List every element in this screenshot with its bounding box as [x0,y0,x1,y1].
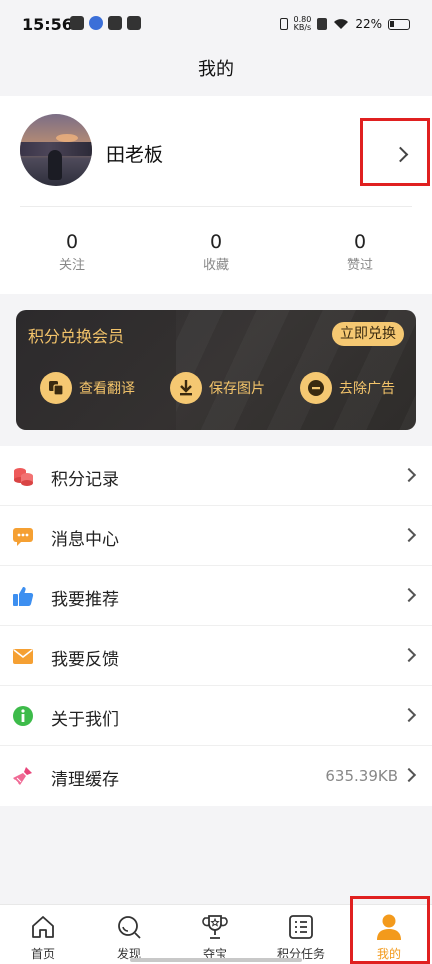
feedback-mail-icon [12,645,34,667]
app-notification-icon [70,16,84,30]
username[interactable]: 田老板 [106,140,163,167]
remove-ads-icon [300,372,332,404]
chevron-right-icon [401,647,417,663]
chevron-right-icon [401,767,417,783]
menu-item-recommend[interactable]: 我要推荐 [0,566,432,626]
chevron-right-icon [401,707,417,723]
vip-feature-label: 保存图片 [209,381,265,397]
avatar[interactable] [20,114,92,186]
vip-feature-remove-ads[interactable]: 去除广告 [300,372,395,404]
tab-points-tasks[interactable]: 积分任务 [258,905,344,964]
vibrate-icon [279,18,288,30]
vip-feature-label: 去除广告 [339,381,395,397]
avatar-sunset [56,134,78,142]
tiktok-notification-icon [108,16,122,30]
menu-item-points-record[interactable]: 积分记录 [0,446,432,506]
chevron-right-icon [392,146,409,163]
search-icon [115,913,143,941]
vip-title: 积分兑换会员 [28,327,125,346]
status-time: 15:56 [22,15,73,34]
vip-feature-label: 查看翻译 [79,381,135,397]
translate-icon [40,372,72,404]
tab-mine-highlight [350,896,430,964]
network-speed-unit: KB/s [293,23,312,32]
app-notification-icon [127,16,141,30]
notification-icons [70,16,141,30]
broom-icon [12,765,34,787]
stat-count: 0 [353,231,367,253]
battery-icon [388,18,410,30]
home-icon [29,913,57,941]
menu-item-label: 关于我们 [51,710,119,730]
status-right: 0.80 KB/s 22% [279,16,410,32]
redeem-now-button[interactable]: 立即兑换 [332,322,404,346]
chevron-right-icon [401,527,417,543]
profile-detail-button[interactable] [360,118,430,186]
app-notification-icon [89,16,103,30]
stat-following[interactable]: 0 关注 [22,232,122,273]
vip-exchange-card: 积分兑换会员 立即兑换 查看翻译 保存图片 去除广告 [16,310,416,430]
network-speed: 0.80 KB/s [294,16,312,32]
battery-percent: 22% [355,17,382,31]
vip-feature-save-image[interactable]: 保存图片 [170,372,265,404]
menu-item-label: 清理缓存 [51,770,119,790]
download-icon [170,372,202,404]
cache-size: 635.39KB [325,767,398,785]
menu-item-label: 我要反馈 [51,650,119,670]
menu-item-message-center[interactable]: 消息中心 [0,506,432,566]
wifi-icon [334,19,349,29]
stat-label: 收藏 [202,258,229,273]
stat-liked[interactable]: 0 赞过 [310,232,410,273]
tab-treasure[interactable]: 夺宝 [172,905,258,964]
tab-label: 首页 [30,947,55,961]
stat-label: 关注 [58,258,85,273]
menu-item-label: 积分记录 [51,470,119,490]
menu-item-clear-cache[interactable]: 清理缓存 635.39KB [0,746,432,806]
status-bar: 15:56 0.80 KB/s 22% [0,0,432,52]
no-sim-icon [317,18,328,30]
settings-menu: 积分记录 消息中心 我要推荐 我要反馈 关于我们 清理缓存 635.39KB [0,446,432,806]
chevron-right-icon [401,587,417,603]
menu-item-label: 我要推荐 [51,590,119,610]
menu-item-label: 消息中心 [51,530,119,550]
avatar-person [48,150,62,180]
info-icon [12,705,34,727]
page-title: 我的 [198,59,234,80]
tab-home[interactable]: 首页 [0,905,86,964]
profile-card: 田老板 0 关注 0 收藏 0 赞过 [0,96,432,294]
stat-label: 赞过 [346,258,373,273]
home-indicator[interactable] [130,958,302,962]
task-list-icon [287,913,315,941]
chevron-right-icon [401,467,417,483]
menu-item-feedback[interactable]: 我要反馈 [0,626,432,686]
stat-count: 0 [65,231,79,253]
coins-icon [12,465,34,487]
header: 我的 [0,52,432,96]
message-icon [12,525,34,547]
divider [20,206,412,207]
stat-count: 0 [209,231,223,253]
menu-item-about-us[interactable]: 关于我们 [0,686,432,746]
thumbs-up-icon [12,585,34,607]
trophy-icon [201,913,229,941]
tab-discover[interactable]: 发现 [86,905,172,964]
stat-favorites[interactable]: 0 收藏 [166,232,266,273]
vip-feature-translate[interactable]: 查看翻译 [40,372,135,404]
